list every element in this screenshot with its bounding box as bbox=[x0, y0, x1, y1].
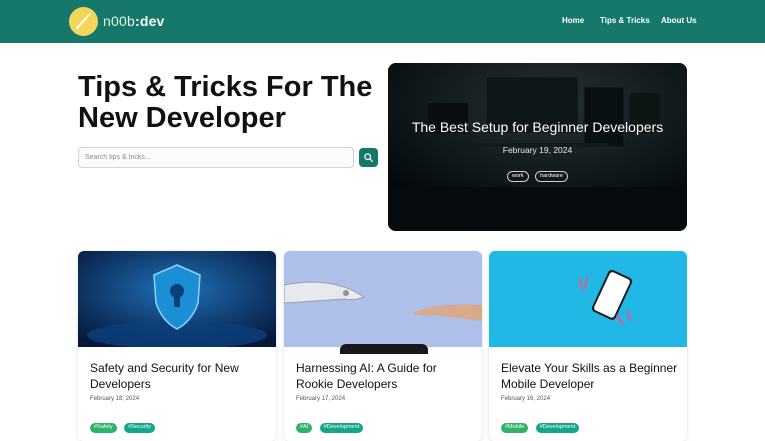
tag-development[interactable]: #Development bbox=[319, 422, 364, 433]
featured-post-card[interactable]: The Best Setup for Beginner Developers F… bbox=[388, 63, 687, 231]
smartphone-image bbox=[489, 251, 687, 347]
rocket-icon[interactable] bbox=[69, 7, 98, 36]
post-card-date: February 18, 2024 bbox=[90, 396, 140, 402]
nav-tips-and-tricks[interactable]: Tips & Tricks bbox=[600, 16, 650, 25]
featured-post-title[interactable]: The Best Setup for Beginner Developers bbox=[388, 119, 687, 135]
post-card-title[interactable]: Safety and Security for New Developers bbox=[90, 360, 268, 392]
post-card-image-security bbox=[78, 251, 276, 347]
brand-name-part2: :dev bbox=[134, 13, 165, 29]
post-card-date: February 17, 2024 bbox=[296, 396, 346, 402]
tag-security[interactable]: #Security bbox=[124, 422, 156, 433]
post-card-title[interactable]: Elevate Your Skills as a Beginner Mobile… bbox=[501, 360, 679, 392]
post-card-image-mobile bbox=[489, 251, 687, 347]
post-card-tags: #Mobile #Development bbox=[501, 415, 582, 433]
shield-lock-image bbox=[78, 251, 276, 347]
tag-hardware[interactable]: hardware bbox=[535, 171, 568, 182]
post-card-safety[interactable]: Safety and Security for New Developers F… bbox=[78, 251, 276, 441]
image-caption-bar bbox=[340, 344, 428, 354]
top-navigation-bar: n00b:dev Home Tips & Tricks About Us bbox=[0, 0, 765, 43]
brand-name[interactable]: n00b:dev bbox=[103, 13, 165, 29]
tag-development[interactable]: #Development bbox=[535, 422, 580, 433]
brand-name-part1: n00b bbox=[103, 13, 135, 29]
search-icon bbox=[364, 153, 373, 162]
tag-work[interactable]: work bbox=[506, 171, 529, 182]
tag-ai[interactable]: #AI bbox=[296, 422, 313, 433]
post-card-image-ai bbox=[284, 251, 482, 347]
post-card-mobile[interactable]: Elevate Your Skills as a Beginner Mobile… bbox=[489, 251, 687, 441]
featured-post-date: February 19, 2024 bbox=[502, 145, 573, 155]
featured-post-tags: work hardware bbox=[388, 164, 687, 182]
tag-safety[interactable]: #Safety bbox=[90, 422, 117, 433]
post-card-tags: #Safety #Security bbox=[90, 415, 158, 433]
post-card-date: February 16, 2024 bbox=[501, 396, 551, 402]
robot-and-human-hands-image bbox=[284, 251, 482, 347]
nav-home[interactable]: Home bbox=[562, 16, 584, 25]
post-card-title[interactable]: Harnessing AI: A Guide for Rookie Develo… bbox=[296, 360, 474, 392]
search-button[interactable] bbox=[359, 148, 378, 167]
post-card-ai[interactable]: Harnessing AI: A Guide for Rookie Develo… bbox=[284, 251, 482, 441]
post-card-tags: #AI #Development bbox=[296, 415, 366, 433]
tag-mobile[interactable]: #Mobile bbox=[501, 422, 529, 433]
search-input[interactable] bbox=[78, 147, 354, 168]
page-title: Tips & Tricks For The New Developer bbox=[78, 71, 373, 134]
nav-about-us[interactable]: About Us bbox=[661, 16, 697, 25]
